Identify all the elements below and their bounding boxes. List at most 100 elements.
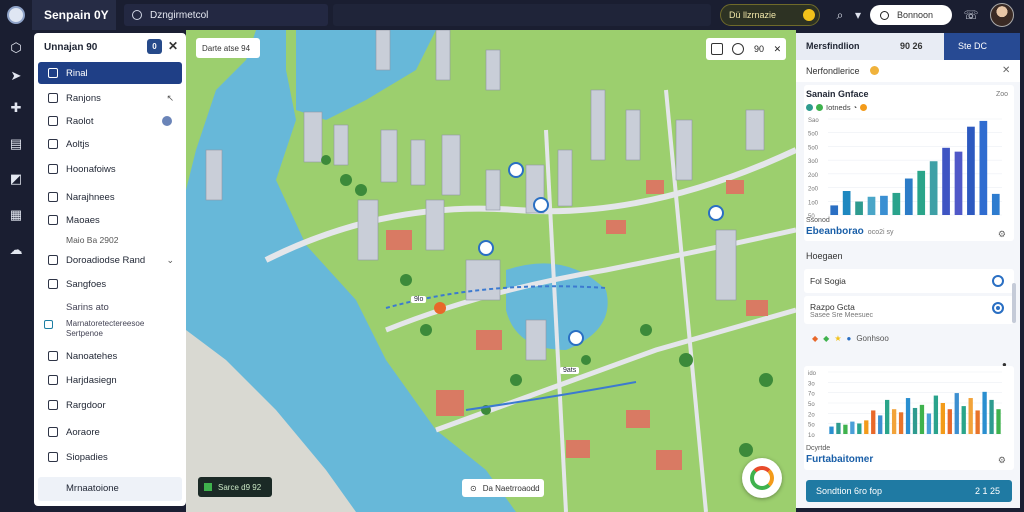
- chart-bar[interactable]: [929, 161, 938, 215]
- chart-bar[interactable]: [850, 421, 855, 434]
- info-dot-icon[interactable]: [870, 66, 879, 75]
- search-input[interactable]: Dzngirmetcol: [124, 4, 328, 26]
- nav-item-nanoatehes[interactable]: Nanoatehes: [38, 345, 182, 367]
- chart-bar[interactable]: [857, 423, 862, 434]
- close-icon[interactable]: ✕: [774, 44, 782, 55]
- chart-bar[interactable]: [975, 410, 980, 434]
- toggle-icon[interactable]: [162, 116, 172, 126]
- help-icon[interactable]: ☏: [963, 7, 979, 23]
- chart-bar[interactable]: [885, 399, 890, 434]
- chart-bar[interactable]: [933, 395, 939, 434]
- close-icon[interactable]: ✕: [168, 39, 178, 53]
- chart-bar[interactable]: [926, 413, 932, 434]
- map-chip[interactable]: Darte atse 94: [196, 38, 260, 58]
- chart-bar[interactable]: [878, 415, 883, 434]
- nav-item-hoonafoiws[interactable]: Hoonafoiws: [38, 158, 182, 180]
- chart-bar[interactable]: [836, 422, 841, 434]
- chart-bar[interactable]: [947, 409, 952, 434]
- chart-bar[interactable]: [898, 412, 904, 434]
- nav-item-maoaes[interactable]: Maoaes: [38, 209, 182, 231]
- map-tool-value[interactable]: 90: [754, 44, 764, 54]
- chart-bar[interactable]: [904, 178, 913, 215]
- tab-ste[interactable]: Ste DC: [944, 33, 1020, 60]
- nav-item-doroadiodse[interactable]: Doroadiodse Rand ⌄: [38, 249, 182, 271]
- chart-bar[interactable]: [954, 151, 963, 215]
- nav-item-rinal[interactable]: Rinal: [38, 62, 182, 84]
- chart-bar[interactable]: [979, 120, 988, 215]
- command-bar[interactable]: [333, 4, 711, 26]
- chart-bar[interactable]: [967, 126, 975, 215]
- chart-bar[interactable]: [954, 393, 959, 434]
- document-icon[interactable]: ▤: [8, 136, 24, 152]
- puzzle-icon[interactable]: ✚: [8, 100, 24, 116]
- chart-bar[interactable]: [871, 410, 876, 434]
- cloud-icon[interactable]: ☁: [8, 242, 24, 258]
- nav-item-sangfoes[interactable]: Sangfoes: [38, 273, 182, 295]
- chart-bar[interactable]: [843, 424, 848, 434]
- nav-item-aoltjs[interactable]: Aoltjs: [38, 133, 182, 155]
- close-icon[interactable]: ✕: [1002, 60, 1010, 82]
- app-logo[interactable]: [0, 0, 32, 30]
- nav-item-harjdasiegn[interactable]: Harjdasiegn: [38, 369, 182, 391]
- avatar[interactable]: [990, 3, 1014, 27]
- chart-bar[interactable]: [880, 195, 888, 215]
- chart-bar[interactable]: [892, 192, 901, 215]
- chart-bar[interactable]: [982, 391, 987, 434]
- chart-bar[interactable]: [842, 191, 851, 215]
- scrollbar[interactable]: [1012, 283, 1016, 323]
- radio-icon[interactable]: [992, 275, 1004, 287]
- bottom-action-bar[interactable]: Sondtion 6ro fop 2 1 25: [806, 480, 1012, 502]
- status-pill[interactable]: Dü llzrnazie: [720, 4, 820, 26]
- loading-spinner[interactable]: [742, 458, 782, 498]
- send-icon[interactable]: ➤: [8, 68, 24, 84]
- dropdown-icon[interactable]: ▾: [850, 7, 866, 23]
- nav-item-raolot[interactable]: Raolot: [38, 110, 182, 132]
- chart-bar[interactable]: [919, 404, 925, 434]
- chart-bar[interactable]: [891, 409, 897, 434]
- nav-item-aoraore[interactable]: Aoraore: [38, 421, 182, 443]
- chart-bar[interactable]: [942, 147, 950, 215]
- nav-item-siopadies[interactable]: Siopadies: [38, 446, 182, 468]
- chart-bar[interactable]: [855, 201, 863, 215]
- map-status[interactable]: Sarce d9 92: [198, 477, 272, 497]
- chart-bar[interactable]: [830, 205, 839, 215]
- chart-icon[interactable]: ◩: [8, 171, 24, 187]
- chart-bar[interactable]: [961, 406, 966, 434]
- chart-bar[interactable]: [912, 407, 918, 434]
- grid-icon[interactable]: ▦: [8, 207, 24, 223]
- chevron-down-icon[interactable]: ⌄: [166, 255, 174, 266]
- option-row-1[interactable]: Fol Sogia: [804, 269, 1014, 293]
- chart-bar[interactable]: [917, 170, 926, 215]
- chart-bar[interactable]: [996, 409, 1001, 434]
- series-desc[interactable]: Marnatoretectereesoe Sertpenoe: [44, 319, 144, 339]
- option-row-2[interactable]: Razpo Gcta Sasee Sre Meesuec: [804, 296, 1014, 324]
- left-panel-header: Unnajan 90 0 ✕: [34, 33, 186, 61]
- map-canvas[interactable]: [186, 30, 796, 512]
- city-map[interactable]: 9lo 9ats Darte atse 94 90 ✕ Sarce d9 92 …: [186, 30, 796, 512]
- layers-icon[interactable]: ⬡: [8, 40, 24, 56]
- chart-bar[interactable]: [829, 426, 834, 434]
- nav-item-ranjons[interactable]: Ranjons ↖: [38, 87, 182, 109]
- chart-bar[interactable]: [864, 420, 869, 434]
- nav-item-rargdoor[interactable]: Rargdoor: [38, 394, 182, 416]
- bookmark-icon[interactable]: [710, 43, 723, 55]
- map-bottom-chip[interactable]: ⊙ Da Naetrroaodd: [462, 479, 544, 497]
- chart-bar[interactable]: [940, 403, 945, 434]
- settings-icon[interactable]: ⚙: [998, 229, 1006, 240]
- chart-bar[interactable]: [968, 398, 973, 434]
- target-icon[interactable]: [732, 43, 745, 55]
- chart-bar[interactable]: [989, 399, 994, 434]
- settings-icon[interactable]: ⚙: [998, 455, 1006, 466]
- tab-mersfindlion[interactable]: Mersfindlion 90 26: [796, 33, 944, 60]
- radio-selected-icon[interactable]: [992, 302, 1004, 314]
- chart-bar[interactable]: [905, 398, 911, 434]
- checkbox-icon[interactable]: [44, 320, 53, 329]
- search-button[interactable]: Bonnoon: [870, 5, 952, 25]
- nav-item-narajhnees[interactable]: Narajhnees: [38, 186, 182, 208]
- search-toggle-icon[interactable]: ⌕: [832, 7, 848, 23]
- left-panel-footer[interactable]: Mrnaatoione: [38, 477, 182, 501]
- left-panel-badge[interactable]: 0: [147, 39, 162, 54]
- expand-arrow-icon[interactable]: ↖: [166, 93, 174, 104]
- chart-bar[interactable]: [991, 193, 1000, 215]
- chart-bar[interactable]: [867, 196, 876, 215]
